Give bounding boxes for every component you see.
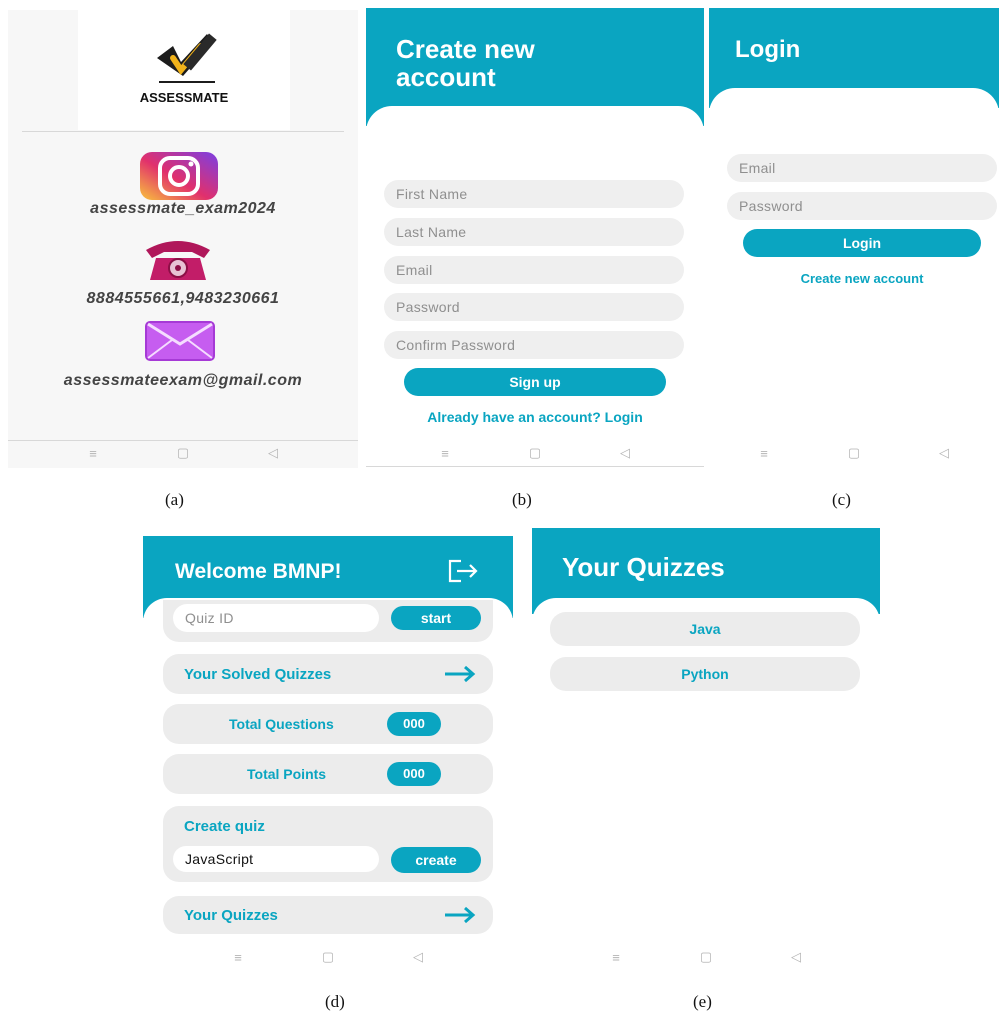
panel-e-quizzes-screen: Your Quizzes Java Python ≡ ▢ ◁ <box>532 528 880 976</box>
password-field[interactable]: Password <box>384 293 684 321</box>
caption-c: (c) <box>832 490 851 509</box>
back-icon[interactable]: ◁ <box>786 949 806 965</box>
nav-bar: ≡ ▢ ◁ <box>8 438 358 468</box>
back-icon[interactable]: ◁ <box>934 445 954 461</box>
create-button[interactable]: create <box>391 847 481 873</box>
page-title: Login <box>735 36 801 63</box>
page-title-line2: account <box>396 62 496 92</box>
menu-icon[interactable]: ≡ <box>435 446 455 461</box>
home-icon[interactable]: ▢ <box>318 949 338 965</box>
page-title: Your Quizzes <box>562 552 725 582</box>
home-icon[interactable]: ▢ <box>696 949 716 965</box>
menu-icon[interactable]: ≡ <box>83 446 103 461</box>
email-address: assessmateexam@gmail.com <box>63 372 303 389</box>
telephone-icon[interactable] <box>140 236 216 282</box>
mail-icon[interactable] <box>144 320 216 362</box>
create-quiz-heading: Create quiz <box>184 818 265 835</box>
home-icon[interactable]: ▢ <box>844 445 864 461</box>
panel-c-login-screen: Login Email Password Login Create new ac… <box>709 8 999 468</box>
content-sheet <box>532 598 880 976</box>
back-icon[interactable]: ◁ <box>615 445 635 461</box>
panel-a-contact-screen: ASSESSMATE assessmate_exam2024 888455566… <box>8 10 358 468</box>
arrow-right-icon[interactable] <box>443 905 477 925</box>
caption-a: (a) <box>165 490 184 509</box>
create-account-link[interactable]: Create new account <box>709 271 999 286</box>
home-icon[interactable]: ▢ <box>173 445 193 461</box>
first-name-field[interactable]: First Name <box>384 180 684 208</box>
home-icon[interactable]: ▢ <box>525 445 545 461</box>
email-field[interactable]: Email <box>384 256 684 284</box>
nav-bar: ≡ ▢ ◁ <box>143 942 513 972</box>
caption-e: (e) <box>693 992 712 1011</box>
login-link[interactable]: Already have an account? Login <box>366 409 704 425</box>
quiz-item[interactable]: Java <box>550 612 860 646</box>
total-questions-badge: 000 <box>387 712 441 736</box>
solved-quizzes-label: Your Solved Quizzes <box>184 666 332 683</box>
create-quiz-input[interactable]: JavaScript <box>173 846 379 872</box>
assessmate-logo-icon <box>157 33 217 83</box>
logo-text: ASSESSMATE <box>139 90 229 105</box>
caption-b: (b) <box>512 490 532 509</box>
logo-card: ASSESSMATE <box>78 10 290 130</box>
instagram-handle: assessmate_exam2024 <box>90 200 276 217</box>
login-button[interactable]: Login <box>743 229 981 257</box>
nav-bar: ≡ ▢ ◁ <box>709 438 999 468</box>
divider <box>22 131 344 132</box>
total-points-badge: 000 <box>387 762 441 786</box>
quiz-item-label: Java <box>689 621 721 637</box>
logout-icon[interactable] <box>445 558 481 584</box>
last-name-field[interactable]: Last Name <box>384 218 684 246</box>
panel-b-signup-screen: Create new account First Name Last Name … <box>366 8 704 468</box>
caption-d: (d) <box>325 992 345 1011</box>
quiz-id-input[interactable]: Quiz ID <box>173 604 379 632</box>
password-field[interactable]: Password <box>727 192 997 220</box>
panel-d-dashboard-screen: Welcome BMNP! Quiz ID start Your Solved … <box>143 536 513 976</box>
your-quizzes-label: Your Quizzes <box>184 907 278 924</box>
confirm-password-field[interactable]: Confirm Password <box>384 331 684 359</box>
total-points-row <box>163 754 493 794</box>
start-button[interactable]: start <box>391 606 481 630</box>
back-icon[interactable]: ◁ <box>263 445 283 461</box>
menu-icon[interactable]: ≡ <box>228 950 248 965</box>
back-icon[interactable]: ◁ <box>408 949 428 965</box>
nav-bar: ≡ ▢ ◁ <box>366 438 704 468</box>
phone-numbers: 8884555661,9483230661 <box>86 290 280 307</box>
total-points-label: Total Points <box>247 766 327 782</box>
quiz-item-label: Python <box>681 666 729 682</box>
nav-bar: ≡ ▢ ◁ <box>532 942 880 972</box>
total-questions-label: Total Questions <box>229 716 334 732</box>
menu-icon[interactable]: ≡ <box>606 950 626 965</box>
page-title-line1: Create new <box>396 34 535 64</box>
arrow-right-icon[interactable] <box>443 664 477 684</box>
signup-button[interactable]: Sign up <box>404 368 666 396</box>
menu-icon[interactable]: ≡ <box>754 446 774 461</box>
email-field[interactable]: Email <box>727 154 997 182</box>
instagram-icon[interactable] <box>138 150 220 202</box>
quiz-item[interactable]: Python <box>550 657 860 691</box>
welcome-title: Welcome BMNP! <box>175 560 342 583</box>
